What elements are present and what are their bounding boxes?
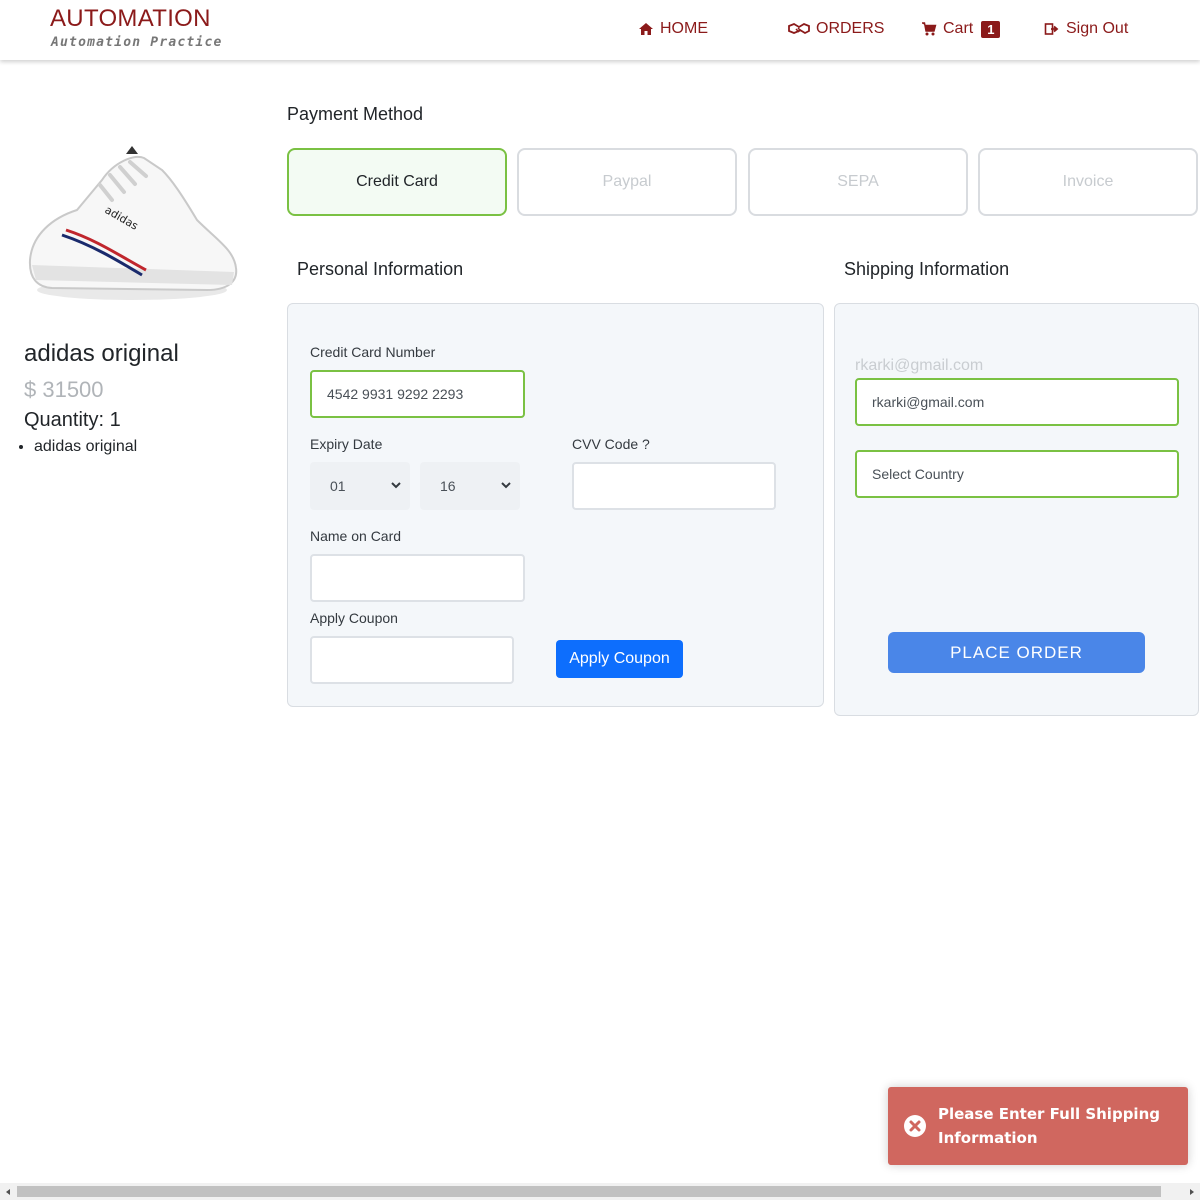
sign-out-icon: [1044, 23, 1059, 35]
shipping-info-panel: rkarki@gmail.com rkarki@gmail.com Select…: [834, 303, 1199, 716]
card-number-label: Credit Card Number: [310, 344, 436, 360]
shipping-info-title: Shipping Information: [844, 259, 1010, 279]
nav-cart[interactable]: Cart 1: [921, 18, 1001, 40]
product-list: adidas original: [34, 438, 137, 456]
handshake-icon: [788, 22, 810, 35]
email-input[interactable]: rkarki@gmail.com: [855, 378, 1179, 426]
name-on-card-input[interactable]: [310, 554, 525, 602]
product-name: adidas original: [24, 340, 179, 367]
place-order-button[interactable]: PLACE ORDER: [888, 632, 1145, 673]
nav-orders-label: ORDERS: [816, 20, 885, 37]
expiry-month-select[interactable]: 01: [310, 462, 410, 510]
logo-subtitle: Automation Practice: [51, 35, 223, 50]
horizontal-scrollbar[interactable]: [0, 1183, 1200, 1200]
name-on-card-label: Name on Card: [310, 528, 402, 544]
product-quantity: Quantity: 1: [24, 409, 121, 431]
email-hint: rkarki@gmail.com: [855, 357, 984, 374]
payment-option-invoice[interactable]: Invoice: [978, 148, 1198, 216]
coupon-input[interactable]: [310, 636, 514, 684]
product-price: $ 31500: [24, 377, 104, 402]
card-number-input[interactable]: 4542 9931 9292 2293: [310, 370, 525, 418]
payment-option-credit-card[interactable]: Credit Card: [287, 148, 507, 216]
nav-orders[interactable]: ORDERS: [788, 18, 884, 40]
personal-info-panel: Credit Card Number 4542 9931 9292 2293 E…: [287, 303, 824, 707]
country-select[interactable]: Select Country: [855, 450, 1179, 498]
nav-home-label: HOME: [660, 20, 708, 37]
expiry-year-value: 16: [440, 478, 456, 494]
nav-cart-label: Cart: [943, 20, 974, 37]
nav-sign-out[interactable]: Sign Out: [1044, 18, 1128, 40]
payment-option-sepa[interactable]: SEPA: [748, 148, 968, 216]
chevron-down-icon: [501, 482, 511, 489]
cvv-input[interactable]: [572, 462, 776, 510]
cart-icon: [922, 22, 937, 36]
scroll-left-icon[interactable]: [3, 1187, 13, 1197]
cart-count-badge: 1: [981, 20, 1001, 38]
apply-coupon-button[interactable]: Apply Coupon: [556, 640, 683, 678]
scroll-right-icon[interactable]: [1187, 1187, 1197, 1197]
error-x-icon: [904, 1115, 926, 1137]
cvv-label: CVV Code ?: [572, 436, 650, 452]
list-item: adidas original: [34, 438, 137, 456]
apply-coupon-label: Apply Coupon: [310, 610, 398, 626]
personal-info-title: Personal Information: [297, 259, 464, 279]
nav-sign-out-label: Sign Out: [1066, 20, 1129, 37]
scrollbar-thumb[interactable]: [17, 1186, 1161, 1197]
sneaker-image: adidas: [28, 146, 238, 300]
home-icon: [639, 23, 653, 35]
top-navbar: AUTOMATION Automation Practice HOME ORDE…: [0, 0, 1200, 60]
expiry-month-value: 01: [330, 478, 346, 494]
expiry-date-label: Expiry Date: [310, 436, 383, 452]
payment-option-paypal[interactable]: Paypal: [517, 148, 737, 216]
error-toast[interactable]: Please Enter Full Shipping Information: [888, 1087, 1188, 1165]
expiry-year-select[interactable]: 16: [420, 462, 520, 510]
nav-home[interactable]: HOME: [638, 18, 708, 40]
logo-title[interactable]: AUTOMATION: [50, 5, 211, 33]
chevron-down-icon: [391, 482, 401, 489]
payment-method-title: Payment Method: [287, 104, 424, 124]
toast-message: Please Enter Full Shipping Information: [938, 1105, 1160, 1147]
